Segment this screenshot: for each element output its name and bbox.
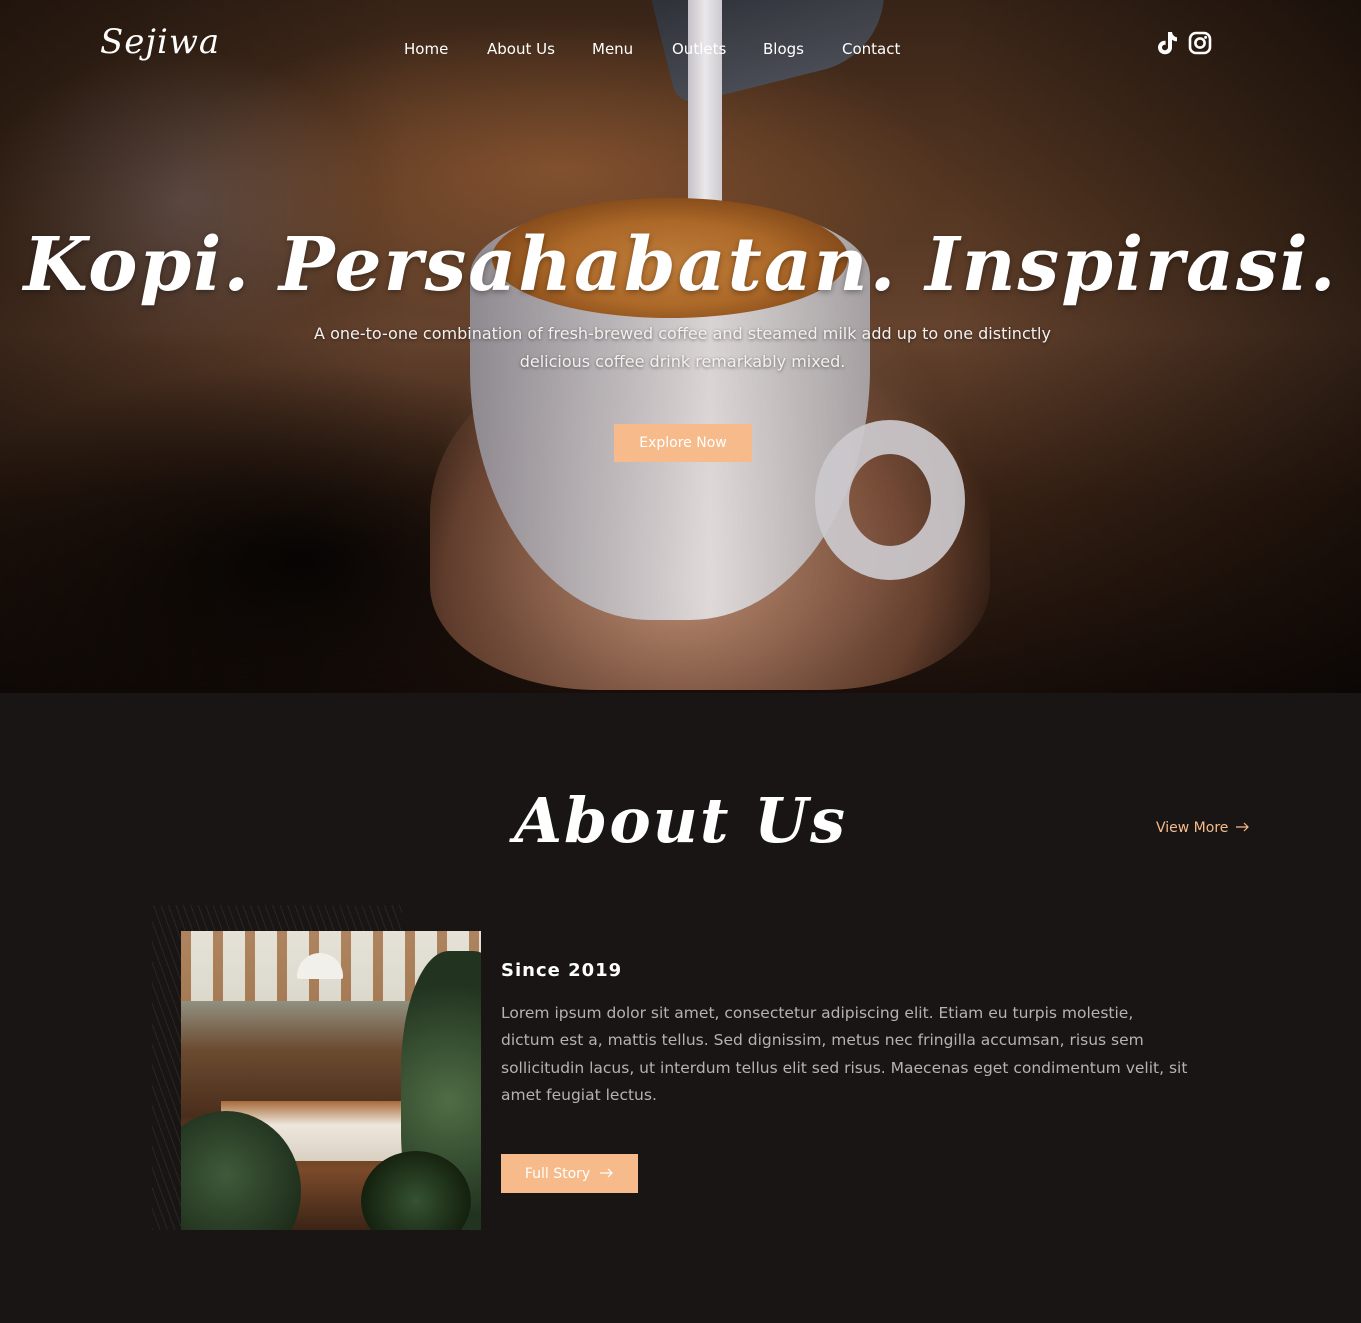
hero-title: Kopi. Persahabatan. Inspirasi. <box>23 222 1338 308</box>
about-heading: Since 2019 <box>501 960 623 981</box>
nav-item-blogs[interactable]: Blogs <box>763 40 804 58</box>
nav-item-about-us[interactable]: About Us <box>487 40 555 58</box>
brand-logo[interactable]: Sejiwa <box>100 22 220 62</box>
hero-subtitle: A one-to-one combination of fresh-brewed… <box>314 324 1051 371</box>
explore-now-button[interactable]: Explore Now <box>614 424 752 462</box>
view-more-link[interactable]: View More <box>1156 820 1250 836</box>
full-story-label: Full Story <box>524 1165 591 1182</box>
instagram-icon[interactable] <box>1188 30 1212 60</box>
arrow-right-icon <box>1236 821 1250 835</box>
nav-item-home[interactable]: Home <box>404 40 448 58</box>
nav-item-outlets[interactable]: Outlets <box>672 40 726 58</box>
about-body-text: Lorem ipsum dolor sit amet, consectetur … <box>501 1004 1188 1104</box>
view-more-label: View More <box>1156 820 1229 836</box>
tiktok-icon[interactable] <box>1155 30 1179 60</box>
nav-item-menu[interactable]: Menu <box>592 40 633 58</box>
full-story-button[interactable]: Full Story <box>501 1154 638 1193</box>
hero-section: Sejiwa Home About Us Menu Outlets Blogs … <box>0 0 1361 693</box>
arrow-right-icon <box>600 1167 614 1181</box>
cafe-interior-image <box>181 931 481 1230</box>
nav-item-contact[interactable]: Contact <box>842 40 900 58</box>
